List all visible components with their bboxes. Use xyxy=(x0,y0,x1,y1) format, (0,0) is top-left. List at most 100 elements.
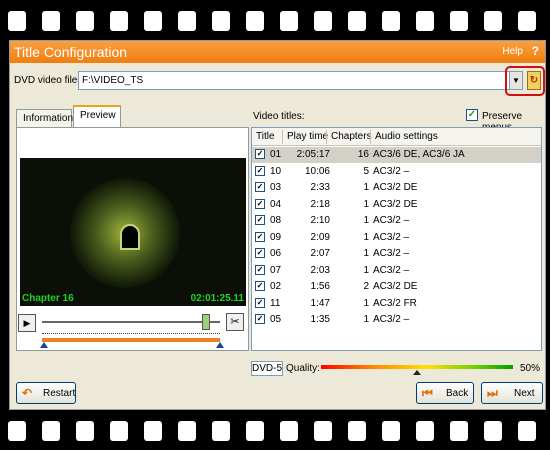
back-button[interactable]: ⏮ Back xyxy=(416,382,474,404)
film-hole xyxy=(450,421,468,441)
film-hole xyxy=(348,421,366,441)
row-chapters: 16 xyxy=(357,149,369,160)
row-audio: AC3/6 DE, AC3/6 JA xyxy=(373,149,465,160)
column-divider[interactable] xyxy=(370,130,371,144)
row-checkbox[interactable]: ✓ xyxy=(255,215,265,225)
quality-label: Quality: xyxy=(286,363,320,374)
row-title: 08 xyxy=(270,215,282,226)
help-link[interactable]: Help xyxy=(502,46,523,57)
column-divider[interactable] xyxy=(282,130,283,144)
film-hole xyxy=(76,421,94,441)
range-end-marker[interactable] xyxy=(216,342,224,348)
col-audio-header[interactable]: Audio settings xyxy=(375,131,438,142)
row-checkbox[interactable]: ✓ xyxy=(255,281,265,291)
table-row[interactable]: ✓ 10 10:06 5 AC3/2 – xyxy=(252,164,541,180)
row-checkbox[interactable]: ✓ xyxy=(255,149,265,159)
film-strip-bottom xyxy=(0,410,550,450)
film-hole xyxy=(280,421,298,441)
row-checkbox[interactable]: ✓ xyxy=(255,264,265,275)
video-titles-label: Video titles: xyxy=(253,111,305,122)
film-hole xyxy=(178,421,196,441)
table-row[interactable]: ✓ 07 2:03 1 AC3/2 – xyxy=(252,263,541,279)
film-hole xyxy=(382,11,400,31)
row-audio: AC3/2 – xyxy=(373,314,410,325)
table-row[interactable]: ✓ 01 2:05:17 16 AC3/6 DE, AC3/6 JA xyxy=(252,147,541,163)
row-playtime: 1:47 xyxy=(310,297,330,309)
dvd-path-field[interactable]: F:\VIDEO_TS xyxy=(78,71,510,90)
row-checkbox[interactable]: ✓ xyxy=(255,231,265,242)
cut-icon[interactable]: ✂ xyxy=(226,313,244,331)
film-hole xyxy=(110,11,128,31)
film-hole xyxy=(484,11,502,31)
back-icon: ⏮ xyxy=(422,386,433,400)
row-title: 01 xyxy=(270,149,282,160)
row-checkbox[interactable]: ✓ xyxy=(255,248,265,258)
next-button[interactable]: ⏭ Next xyxy=(481,382,543,404)
row-title: 07 xyxy=(270,264,282,276)
row-chapters: 1 xyxy=(363,182,369,193)
row-audio: AC3/2 FR xyxy=(373,297,417,309)
restart-icon: ↶ xyxy=(22,386,33,400)
quality-marker[interactable] xyxy=(413,370,421,375)
row-audio: AC3/2 DE xyxy=(373,198,418,210)
seek-track[interactable] xyxy=(42,321,220,323)
film-hole xyxy=(416,11,434,31)
table-row[interactable]: ✓ 08 2:10 1 AC3/2 – xyxy=(252,213,541,229)
row-title: 02 xyxy=(270,281,282,292)
column-divider[interactable] xyxy=(326,130,327,144)
row-playtime: 1:35 xyxy=(310,314,330,325)
film-hole xyxy=(280,11,298,31)
film-hole xyxy=(110,421,128,441)
table-row[interactable]: ✓ 05 1:35 1 AC3/2 – xyxy=(252,312,541,328)
row-chapters: 1 xyxy=(363,231,369,243)
video-titles-table: Title Play time Chapters Audio settings … xyxy=(251,127,542,351)
seek-slider-thumb[interactable] xyxy=(201,314,210,330)
play-button[interactable]: ▶ xyxy=(18,314,36,332)
table-row[interactable]: ✓ 09 2:09 1 AC3/2 – xyxy=(252,230,541,246)
table-row[interactable]: ✓ 03 2:33 1 AC3/2 DE xyxy=(252,180,541,196)
row-chapters: 1 xyxy=(363,198,369,210)
film-hole xyxy=(246,421,264,441)
col-playtime-header[interactable]: Play time xyxy=(287,131,328,142)
quality-meter xyxy=(321,365,513,369)
film-hole xyxy=(212,11,230,31)
row-playtime: 2:03 xyxy=(310,264,330,276)
disc-type-badge[interactable]: DVD-5 xyxy=(251,361,283,376)
row-title: 10 xyxy=(270,165,282,177)
back-label: Back xyxy=(446,388,469,399)
range-start-marker[interactable] xyxy=(40,342,48,348)
row-checkbox[interactable]: ✓ xyxy=(255,165,265,176)
table-row[interactable]: ✓ 11 1:47 1 AC3/2 FR xyxy=(252,296,541,312)
film-hole xyxy=(518,11,536,31)
refresh-icon[interactable]: ↻ xyxy=(527,71,541,90)
row-audio: AC3/2 – xyxy=(373,264,410,276)
row-checkbox[interactable]: ✓ xyxy=(255,314,265,324)
film-hole xyxy=(144,421,162,441)
col-title-header[interactable]: Title xyxy=(256,131,275,142)
tab-information[interactable]: Information xyxy=(16,109,73,128)
row-title: 11 xyxy=(270,297,281,309)
film-hole xyxy=(178,11,196,31)
video-frame-doorway xyxy=(120,224,140,250)
row-audio: AC3/2 – xyxy=(373,165,410,177)
row-checkbox[interactable]: ✓ xyxy=(255,297,265,308)
table-row[interactable]: ✓ 04 2:18 1 AC3/2 DE xyxy=(252,197,541,213)
tab-preview[interactable]: Preview xyxy=(73,105,121,128)
row-chapters: 1 xyxy=(363,264,369,276)
film-hole xyxy=(42,421,60,441)
row-chapters: 1 xyxy=(363,215,369,226)
preserve-menus-checkbox[interactable]: ✓ xyxy=(466,109,478,121)
next-label: Next xyxy=(514,388,535,399)
film-hole xyxy=(348,11,366,31)
row-playtime: 2:18 xyxy=(310,198,330,210)
row-checkbox[interactable]: ✓ xyxy=(255,198,265,209)
row-checkbox[interactable]: ✓ xyxy=(255,182,265,192)
table-row[interactable]: ✓ 02 1:56 2 AC3/2 DE xyxy=(252,279,541,295)
selection-range-bar[interactable] xyxy=(42,338,220,342)
film-hole xyxy=(8,421,26,441)
film-hole xyxy=(416,421,434,441)
restart-button[interactable]: ↶ Restart xyxy=(16,382,76,404)
col-chapters-header[interactable]: Chapters xyxy=(331,131,372,142)
table-row[interactable]: ✓ 06 2:07 1 AC3/2 – xyxy=(252,246,541,262)
help-icon[interactable]: ? xyxy=(532,44,539,58)
